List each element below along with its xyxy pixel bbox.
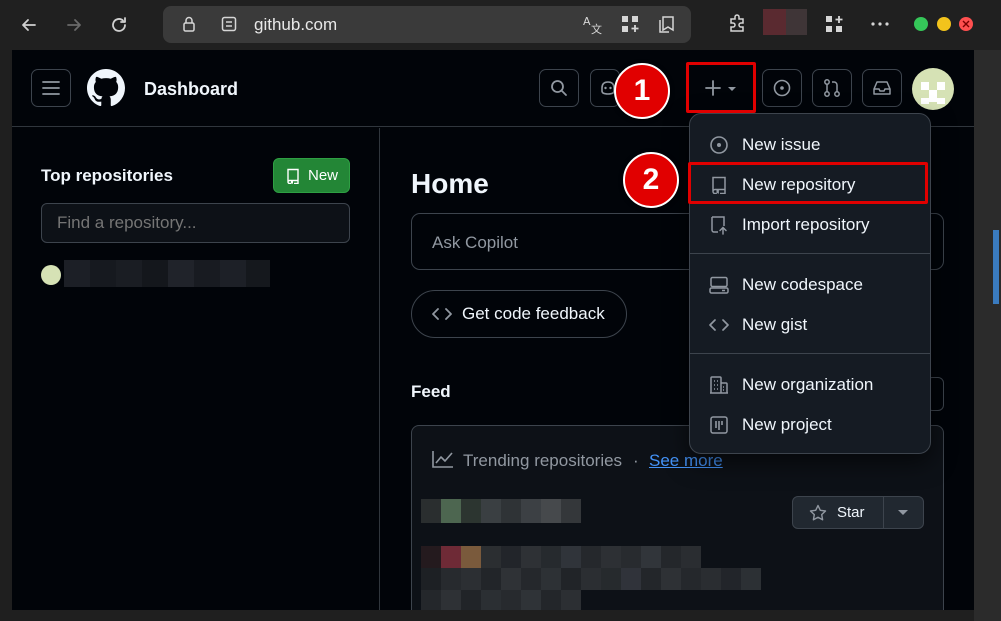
svg-text:A: A: [583, 15, 591, 28]
refresh-icon[interactable]: [102, 8, 136, 42]
menu-item-label: New organization: [742, 375, 874, 394]
see-more-link[interactable]: See more: [649, 451, 723, 471]
pull-requests-icon[interactable]: [812, 69, 852, 107]
browser-toolbar: github.com A文: [0, 0, 1001, 50]
get-code-feedback-button[interactable]: Get code feedback: [411, 290, 627, 338]
menu-item-label: New project: [742, 415, 832, 434]
menu-item-new-project[interactable]: New project: [700, 407, 920, 443]
dashboard-sidebar: Top repositories New: [12, 128, 380, 610]
address-bar[interactable]: [163, 6, 691, 43]
repo-icon: [286, 168, 300, 184]
chevron-down-icon[interactable]: [897, 509, 909, 517]
menu-item-new-gist[interactable]: New gist: [700, 307, 920, 343]
blurred-trending-repo[interactable]: [421, 499, 581, 523]
blurred-repo-link[interactable]: [64, 260, 270, 287]
menu-item-label: Import repository: [742, 215, 870, 234]
menu-item-label: New issue: [742, 135, 821, 154]
page-title[interactable]: Dashboard: [144, 79, 238, 100]
issue-opened-icon: [708, 134, 730, 156]
home-heading: Home: [411, 168, 489, 199]
highlight-box-new-repository: [688, 162, 928, 204]
back-arrow-icon[interactable]: [12, 8, 46, 42]
github-logo-icon[interactable]: [87, 69, 125, 107]
forward-arrow-icon[interactable]: [57, 8, 91, 42]
feedback-label: Get code feedback: [462, 304, 605, 323]
window-bottom-edge: [0, 610, 974, 621]
profile-avatar-blur: [786, 9, 807, 35]
blurred-trending-description: [421, 546, 761, 610]
inbox-icon[interactable]: [862, 69, 902, 107]
trending-label: Trending repositories: [463, 451, 623, 470]
extensions-icon[interactable]: [725, 12, 749, 36]
github-dashboard: Dashboard Top repositories New Find a re…: [12, 50, 974, 610]
menu-item-label: New codespace: [742, 275, 863, 294]
apps-icon[interactable]: [618, 12, 642, 36]
svg-text:文: 文: [591, 22, 602, 35]
browser-scrollbar-track[interactable]: [974, 50, 1001, 621]
feed-label: Feed: [411, 382, 451, 401]
menu-item-new-codespace[interactable]: New codespace: [700, 267, 920, 303]
scroll-indicator: [993, 230, 999, 304]
menu-item-new-issue[interactable]: New issue: [700, 127, 920, 163]
star-label: Star: [837, 504, 865, 521]
codespaces-icon: [708, 274, 730, 296]
menu-item-new-organization[interactable]: New organization: [700, 367, 920, 403]
project-icon: [708, 414, 730, 436]
star-icon: [809, 504, 827, 522]
graph-icon: [432, 450, 454, 468]
menu-item-import-repository[interactable]: Import repository: [700, 207, 920, 243]
code-icon: [708, 314, 730, 336]
repo-push-icon: [708, 214, 730, 236]
sidebar-heading: Top repositories: [41, 166, 173, 185]
highlight-box-create-button: [686, 62, 756, 113]
add-widget-icon[interactable]: [822, 12, 846, 36]
code-icon: [432, 307, 452, 321]
step-badge-2: 2: [623, 152, 679, 208]
close-window-button[interactable]: [959, 17, 973, 31]
collections-icon[interactable]: [655, 12, 679, 36]
avatar[interactable]: [912, 68, 954, 110]
repo-owner-avatar: [41, 265, 61, 285]
maximize-window-button[interactable]: [914, 17, 928, 31]
star-button[interactable]: Star: [792, 496, 924, 529]
menu-divider: [690, 353, 930, 354]
new-button-label: New: [308, 167, 339, 184]
hamburger-icon[interactable]: [31, 69, 71, 107]
menu-item-label: New gist: [742, 315, 808, 334]
new-repo-button[interactable]: New: [273, 158, 350, 193]
minimize-window-button[interactable]: [937, 17, 951, 31]
menu-divider: [690, 253, 930, 254]
site-info-icon[interactable]: [217, 12, 241, 36]
profile-avatar[interactable]: [763, 9, 786, 35]
separator-dot: ·: [633, 451, 639, 470]
ask-copilot-placeholder: Ask Copilot: [432, 233, 518, 252]
search-icon[interactable]: [539, 69, 579, 107]
more-icon[interactable]: [868, 12, 892, 36]
issues-icon[interactable]: [762, 69, 802, 107]
find-repository-input[interactable]: [41, 203, 350, 243]
url-text[interactable]: github.com: [254, 15, 337, 35]
translate-icon[interactable]: A文: [580, 12, 604, 36]
step-badge-1: 1: [614, 63, 670, 119]
organization-icon: [708, 374, 730, 396]
lock-icon[interactable]: [177, 12, 201, 36]
